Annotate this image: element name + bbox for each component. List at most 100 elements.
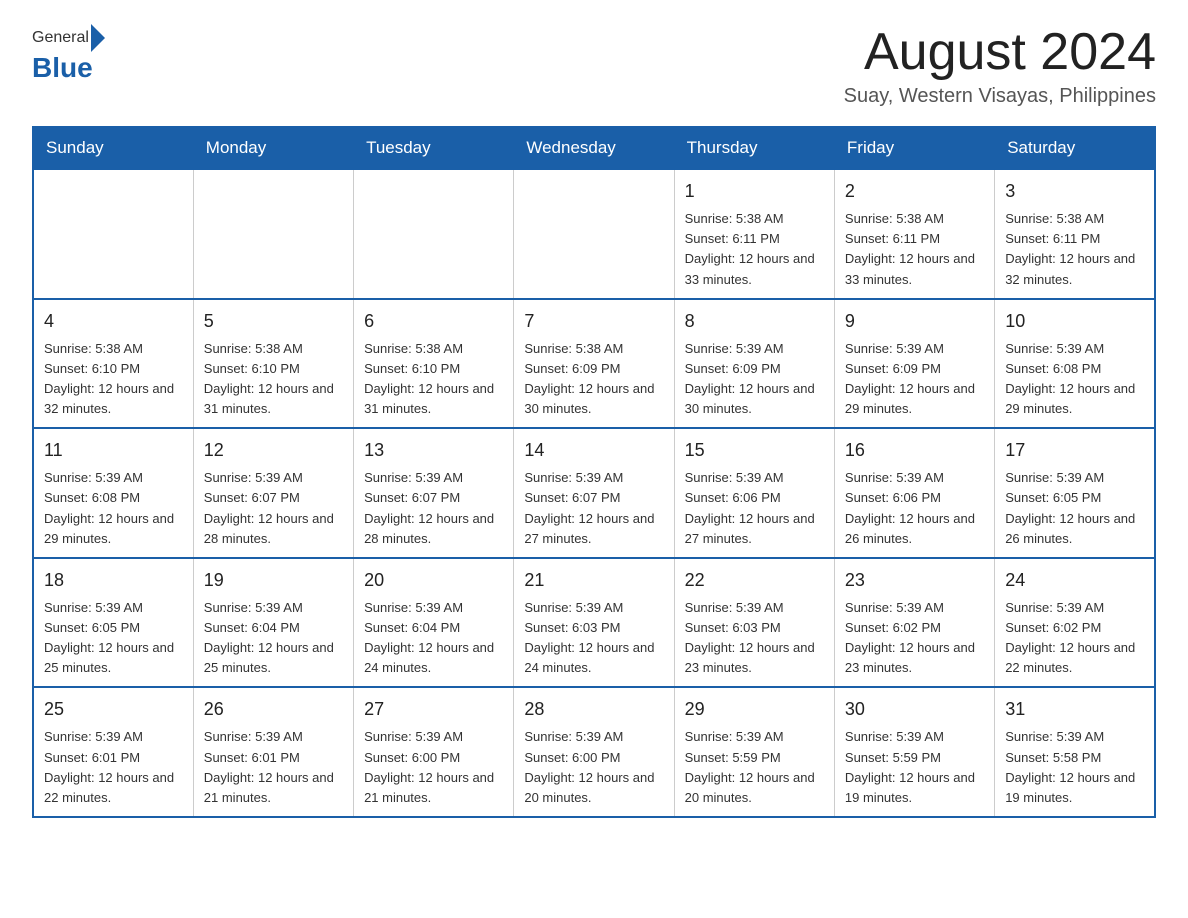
calendar-cell	[514, 169, 674, 299]
day-info: Sunrise: 5:39 AM Sunset: 6:07 PM Dayligh…	[364, 468, 503, 549]
calendar-cell: 8 Sunrise: 5:39 AM Sunset: 6:09 PM Daylig…	[674, 299, 834, 429]
day-info: Sunrise: 5:39 AM Sunset: 6:01 PM Dayligh…	[204, 727, 343, 808]
calendar-cell: 23Sunrise: 5:39 AM Sunset: 6:02 PM Dayli…	[834, 558, 994, 688]
day-number: 25	[44, 696, 183, 723]
day-number: 9	[845, 308, 984, 335]
day-number: 31	[1005, 696, 1144, 723]
calendar-cell: 26Sunrise: 5:39 AM Sunset: 6:01 PM Dayli…	[193, 687, 353, 817]
day-number: 8	[685, 308, 824, 335]
day-number: 23	[845, 567, 984, 594]
calendar-cell: 24Sunrise: 5:39 AM Sunset: 6:02 PM Dayli…	[995, 558, 1155, 688]
calendar-cell: 15 Sunrise: 5:39 AM Sunset: 6:06 PM Dayli…	[674, 428, 834, 558]
calendar-cell: 4 Sunrise: 5:38 AM Sunset: 6:10 PM Daylig…	[33, 299, 193, 429]
calendar-cell: 31 Sunrise: 5:39 AM Sunset: 5:58 PM Dayli…	[995, 687, 1155, 817]
day-number: 1	[685, 178, 824, 205]
day-number: 5	[204, 308, 343, 335]
calendar-header-sunday: Sunday	[33, 127, 193, 169]
calendar-cell: 21 Sunrise: 5:39 AM Sunset: 6:03 PM Dayli…	[514, 558, 674, 688]
day-info: Sunrise: 5:39 AM Sunset: 6:09 PM Dayligh…	[845, 339, 984, 420]
calendar-cell: 13 Sunrise: 5:39 AM Sunset: 6:07 PM Dayli…	[354, 428, 514, 558]
day-info: Sunrise: 5:38 AM Sunset: 6:11 PM Dayligh…	[1005, 209, 1144, 290]
day-info: Sunrise: 5:38 AM Sunset: 6:10 PM Dayligh…	[364, 339, 503, 420]
calendar-cell: 11Sunrise: 5:39 AM Sunset: 6:08 PM Dayli…	[33, 428, 193, 558]
calendar-cell: 27Sunrise: 5:39 AM Sunset: 6:00 PM Dayli…	[354, 687, 514, 817]
subtitle: Suay, Western Visayas, Philippines	[844, 85, 1156, 108]
logo-blue-text: Blue	[32, 52, 93, 83]
day-info: Sunrise: 5:38 AM Sunset: 6:11 PM Dayligh…	[685, 209, 824, 290]
day-info: Sunrise: 5:39 AM Sunset: 6:05 PM Dayligh…	[44, 598, 183, 679]
day-info: Sunrise: 5:39 AM Sunset: 5:59 PM Dayligh…	[845, 727, 984, 808]
day-info: Sunrise: 5:39 AM Sunset: 6:04 PM Dayligh…	[204, 598, 343, 679]
calendar-header-thursday: Thursday	[674, 127, 834, 169]
day-info: Sunrise: 5:38 AM Sunset: 6:10 PM Dayligh…	[44, 339, 183, 420]
calendar-header-monday: Monday	[193, 127, 353, 169]
day-info: Sunrise: 5:39 AM Sunset: 6:05 PM Dayligh…	[1005, 468, 1144, 549]
day-info: Sunrise: 5:39 AM Sunset: 6:03 PM Dayligh…	[524, 598, 663, 679]
page-header: General Blue August 2024 Suay, Western V…	[32, 24, 1156, 108]
calendar-cell	[33, 169, 193, 299]
day-info: Sunrise: 5:39 AM Sunset: 6:02 PM Dayligh…	[1005, 598, 1144, 679]
calendar-cell: 3Sunrise: 5:38 AM Sunset: 6:11 PM Daylig…	[995, 169, 1155, 299]
day-info: Sunrise: 5:38 AM Sunset: 6:09 PM Dayligh…	[524, 339, 663, 420]
day-number: 7	[524, 308, 663, 335]
day-number: 12	[204, 437, 343, 464]
day-number: 21	[524, 567, 663, 594]
calendar-cell: 9 Sunrise: 5:39 AM Sunset: 6:09 PM Daylig…	[834, 299, 994, 429]
main-title: August 2024	[844, 24, 1156, 81]
day-info: Sunrise: 5:39 AM Sunset: 6:08 PM Dayligh…	[1005, 339, 1144, 420]
day-number: 28	[524, 696, 663, 723]
day-number: 13	[364, 437, 503, 464]
calendar-cell: 29 Sunrise: 5:39 AM Sunset: 5:59 PM Dayli…	[674, 687, 834, 817]
day-number: 29	[685, 696, 824, 723]
day-number: 17	[1005, 437, 1144, 464]
day-info: Sunrise: 5:38 AM Sunset: 6:11 PM Dayligh…	[845, 209, 984, 290]
calendar-cell: 12 Sunrise: 5:39 AM Sunset: 6:07 PM Dayli…	[193, 428, 353, 558]
day-number: 18	[44, 567, 183, 594]
calendar-cell: 14Sunrise: 5:39 AM Sunset: 6:07 PM Dayli…	[514, 428, 674, 558]
day-info: Sunrise: 5:39 AM Sunset: 5:59 PM Dayligh…	[685, 727, 824, 808]
day-number: 2	[845, 178, 984, 205]
logo-general-text: General	[32, 29, 89, 47]
calendar-cell: 16Sunrise: 5:39 AM Sunset: 6:06 PM Dayli…	[834, 428, 994, 558]
logo-arrow-icon	[91, 24, 105, 52]
day-info: Sunrise: 5:38 AM Sunset: 6:10 PM Dayligh…	[204, 339, 343, 420]
calendar-cell: 22Sunrise: 5:39 AM Sunset: 6:03 PM Dayli…	[674, 558, 834, 688]
calendar-header-wednesday: Wednesday	[514, 127, 674, 169]
calendar-week-row: 4 Sunrise: 5:38 AM Sunset: 6:10 PM Daylig…	[33, 299, 1155, 429]
calendar-header-saturday: Saturday	[995, 127, 1155, 169]
calendar-cell: 5 Sunrise: 5:38 AM Sunset: 6:10 PM Daylig…	[193, 299, 353, 429]
day-info: Sunrise: 5:39 AM Sunset: 6:06 PM Dayligh…	[685, 468, 824, 549]
day-number: 15	[685, 437, 824, 464]
day-number: 4	[44, 308, 183, 335]
calendar-week-row: 11Sunrise: 5:39 AM Sunset: 6:08 PM Dayli…	[33, 428, 1155, 558]
calendar-table: SundayMondayTuesdayWednesdayThursdayFrid…	[32, 126, 1156, 818]
calendar-cell: 19 Sunrise: 5:39 AM Sunset: 6:04 PM Dayli…	[193, 558, 353, 688]
calendar-cell: 6Sunrise: 5:38 AM Sunset: 6:10 PM Daylig…	[354, 299, 514, 429]
day-info: Sunrise: 5:39 AM Sunset: 6:00 PM Dayligh…	[524, 727, 663, 808]
calendar-cell: 25Sunrise: 5:39 AM Sunset: 6:01 PM Dayli…	[33, 687, 193, 817]
calendar-header-row: SundayMondayTuesdayWednesdayThursdayFrid…	[33, 127, 1155, 169]
calendar-cell: 30 Sunrise: 5:39 AM Sunset: 5:59 PM Dayli…	[834, 687, 994, 817]
day-number: 19	[204, 567, 343, 594]
calendar-header-friday: Friday	[834, 127, 994, 169]
day-info: Sunrise: 5:39 AM Sunset: 5:58 PM Dayligh…	[1005, 727, 1144, 808]
day-number: 20	[364, 567, 503, 594]
calendar-cell: 10Sunrise: 5:39 AM Sunset: 6:08 PM Dayli…	[995, 299, 1155, 429]
calendar-cell: 2 Sunrise: 5:38 AM Sunset: 6:11 PM Daylig…	[834, 169, 994, 299]
calendar-cell: 20 Sunrise: 5:39 AM Sunset: 6:04 PM Dayli…	[354, 558, 514, 688]
day-number: 27	[364, 696, 503, 723]
day-info: Sunrise: 5:39 AM Sunset: 6:07 PM Dayligh…	[524, 468, 663, 549]
day-info: Sunrise: 5:39 AM Sunset: 6:07 PM Dayligh…	[204, 468, 343, 549]
calendar-cell	[354, 169, 514, 299]
day-info: Sunrise: 5:39 AM Sunset: 6:04 PM Dayligh…	[364, 598, 503, 679]
day-info: Sunrise: 5:39 AM Sunset: 6:09 PM Dayligh…	[685, 339, 824, 420]
logo: General Blue	[32, 24, 105, 84]
calendar-cell	[193, 169, 353, 299]
day-number: 30	[845, 696, 984, 723]
day-number: 11	[44, 437, 183, 464]
calendar-cell: 1 Sunrise: 5:38 AM Sunset: 6:11 PM Daylig…	[674, 169, 834, 299]
day-info: Sunrise: 5:39 AM Sunset: 6:06 PM Dayligh…	[845, 468, 984, 549]
day-number: 22	[685, 567, 824, 594]
title-section: August 2024 Suay, Western Visayas, Phili…	[844, 24, 1156, 108]
calendar-week-row: 18 Sunrise: 5:39 AM Sunset: 6:05 PM Dayli…	[33, 558, 1155, 688]
